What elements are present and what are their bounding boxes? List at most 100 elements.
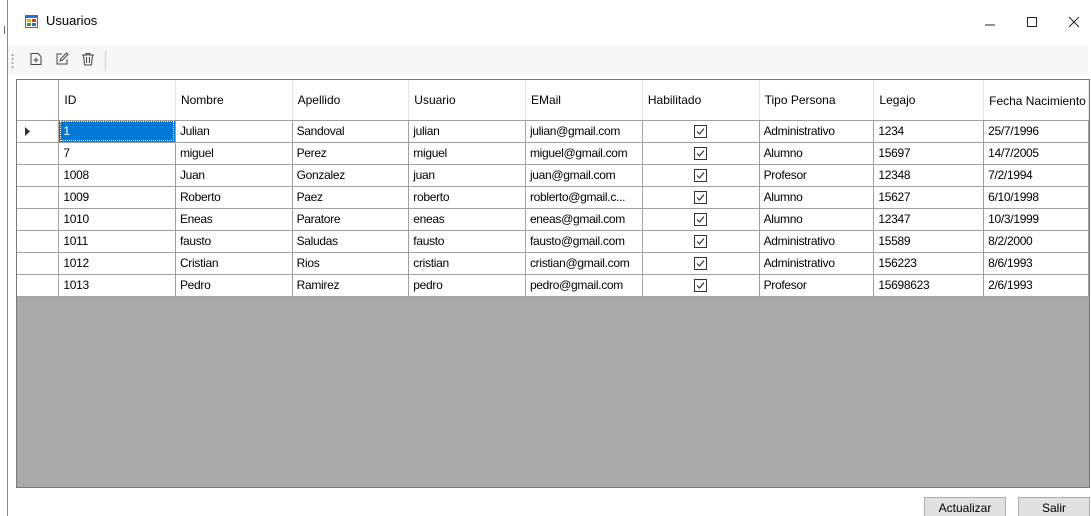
row-header[interactable] [17,208,60,231]
cell-tipo[interactable]: Administrativo [759,230,875,253]
cell-tipo[interactable]: Profesor [759,164,875,187]
cell-legajo[interactable]: 15627 [873,186,985,209]
cell-apellido[interactable]: Rios [292,252,410,275]
cell-id[interactable]: 7 [58,142,176,165]
column-header-id[interactable]: ID [58,80,176,121]
checkbox-icon[interactable] [694,169,708,183]
new-button[interactable] [26,48,46,70]
cell-fecha[interactable]: 7/2/1994 [983,164,1089,187]
cell-habilitado[interactable] [642,230,760,253]
cell-fecha[interactable]: 14/7/2005 [983,142,1089,165]
column-header-email[interactable]: EMail [525,80,643,121]
close-button[interactable] [1054,8,1091,36]
column-header-fecha-nacimiento[interactable]: Fecha Nacimiento [983,80,1089,121]
edit-button[interactable] [52,48,72,70]
table-row[interactable]: 7 miguel Perez miguel miguel@gmail.com Alumno… [17,142,1089,165]
cell-email[interactable]: eneas@gmail.com [525,208,643,231]
cell-apellido[interactable]: Sandoval [292,120,410,143]
cell-habilitado[interactable] [642,274,760,297]
cell-apellido[interactable]: Gonzalez [292,164,410,187]
cell-nombre[interactable]: Cristian [175,252,293,275]
cell-id[interactable]: 1011 [58,230,176,253]
table-row[interactable]: 1011 fausto Saludas fausto fausto@gmail.com A… [17,230,1089,253]
cell-nombre[interactable]: Roberto [175,186,293,209]
cell-tipo[interactable]: Alumno [759,208,875,231]
cell-id[interactable]: 1008 [58,164,176,187]
cell-legajo[interactable]: 12348 [873,164,985,187]
cell-legajo[interactable]: 15589 [873,230,985,253]
salir-button[interactable]: Salir [1018,497,1090,516]
table-row[interactable]: 1009 Roberto Paez roberto roblerto@gmail.c..… [17,186,1089,209]
cell-id[interactable]: 1 [58,120,176,143]
cell-usuario[interactable]: roberto [408,186,526,209]
column-header-tipo-persona[interactable]: Tipo Persona [759,80,875,121]
maximize-button[interactable] [1012,8,1052,36]
toolbar-grip[interactable] [11,53,14,69]
cell-habilitado[interactable] [642,252,760,275]
cell-usuario[interactable]: fausto [408,230,526,253]
cell-apellido[interactable]: Ramirez [292,274,410,297]
cell-fecha[interactable]: 6/10/1998 [983,186,1089,209]
minimize-button[interactable] [970,8,1010,36]
row-header[interactable] [17,142,60,165]
cell-legajo[interactable]: 1234 [873,120,985,143]
cell-nombre[interactable]: miguel [175,142,293,165]
cell-legajo[interactable]: 15698623 [873,274,985,297]
cell-fecha[interactable]: 2/6/1993 [983,274,1089,297]
cell-tipo[interactable]: Alumno [759,142,875,165]
cell-nombre[interactable]: fausto [175,230,293,253]
cell-id[interactable]: 1013 [58,274,176,297]
row-header[interactable] [17,164,60,187]
cell-tipo[interactable]: Administrativo [759,120,875,143]
cell-usuario[interactable]: julian [408,120,526,143]
cell-nombre[interactable]: Julian [175,120,293,143]
table-row[interactable]: 1013 Pedro Ramirez pedro pedro@gmail.com Prof… [17,274,1089,297]
cell-habilitado[interactable] [642,142,760,165]
checkbox-icon[interactable] [694,235,708,249]
cell-usuario[interactable]: cristian [408,252,526,275]
row-header[interactable] [17,274,60,297]
table-row[interactable]: 1012 Cristian Rios cristian cristian@gmail.c… [17,252,1089,275]
cell-email[interactable]: cristian@gmail.com [525,252,643,275]
cell-nombre[interactable]: Eneas [175,208,293,231]
cell-apellido[interactable]: Saludas [292,230,410,253]
cell-usuario[interactable]: juan [408,164,526,187]
cell-usuario[interactable]: miguel [408,142,526,165]
column-header-usuario[interactable]: Usuario [408,80,526,121]
cell-email[interactable]: julian@gmail.com [525,120,643,143]
cell-apellido[interactable]: Paratore [292,208,410,231]
corner-header[interactable] [17,80,60,121]
cell-id[interactable]: 1010 [58,208,176,231]
cell-email[interactable]: roblerto@gmail.c... [525,186,643,209]
row-header[interactable] [17,186,60,209]
cell-fecha[interactable]: 25/7/1996 [983,120,1089,143]
cell-fecha[interactable]: 10/3/1999 [983,208,1089,231]
table-row[interactable]: 1010 Eneas Paratore eneas eneas@gmail.com Alu… [17,208,1089,231]
cell-fecha[interactable]: 8/2/2000 [983,230,1089,253]
cell-tipo[interactable]: Administrativo [759,252,875,275]
cell-usuario[interactable]: eneas [408,208,526,231]
cell-legajo[interactable]: 12347 [873,208,985,231]
cell-habilitado[interactable] [642,120,760,143]
cell-apellido[interactable]: Paez [292,186,410,209]
checkbox-icon[interactable] [694,257,708,271]
row-header[interactable] [17,120,60,143]
checkbox-icon[interactable] [694,213,708,227]
cell-legajo[interactable]: 156223 [873,252,985,275]
cell-email[interactable]: pedro@gmail.com [525,274,643,297]
cell-legajo[interactable]: 15697 [873,142,985,165]
cell-usuario[interactable]: pedro [408,274,526,297]
cell-nombre[interactable]: Pedro [175,274,293,297]
cell-tipo[interactable]: Profesor [759,274,875,297]
row-header[interactable] [17,230,60,253]
column-header-habilitado[interactable]: Habilitado [642,80,760,121]
checkbox-icon[interactable] [694,125,708,139]
column-header-legajo[interactable]: Legajo [873,80,985,121]
cell-habilitado[interactable] [642,186,760,209]
cell-email[interactable]: miguel@gmail.com [525,142,643,165]
cell-id[interactable]: 1009 [58,186,176,209]
column-header-nombre[interactable]: Nombre [175,80,293,121]
delete-button[interactable] [78,48,98,70]
cell-email[interactable]: fausto@gmail.com [525,230,643,253]
checkbox-icon[interactable] [694,191,708,205]
